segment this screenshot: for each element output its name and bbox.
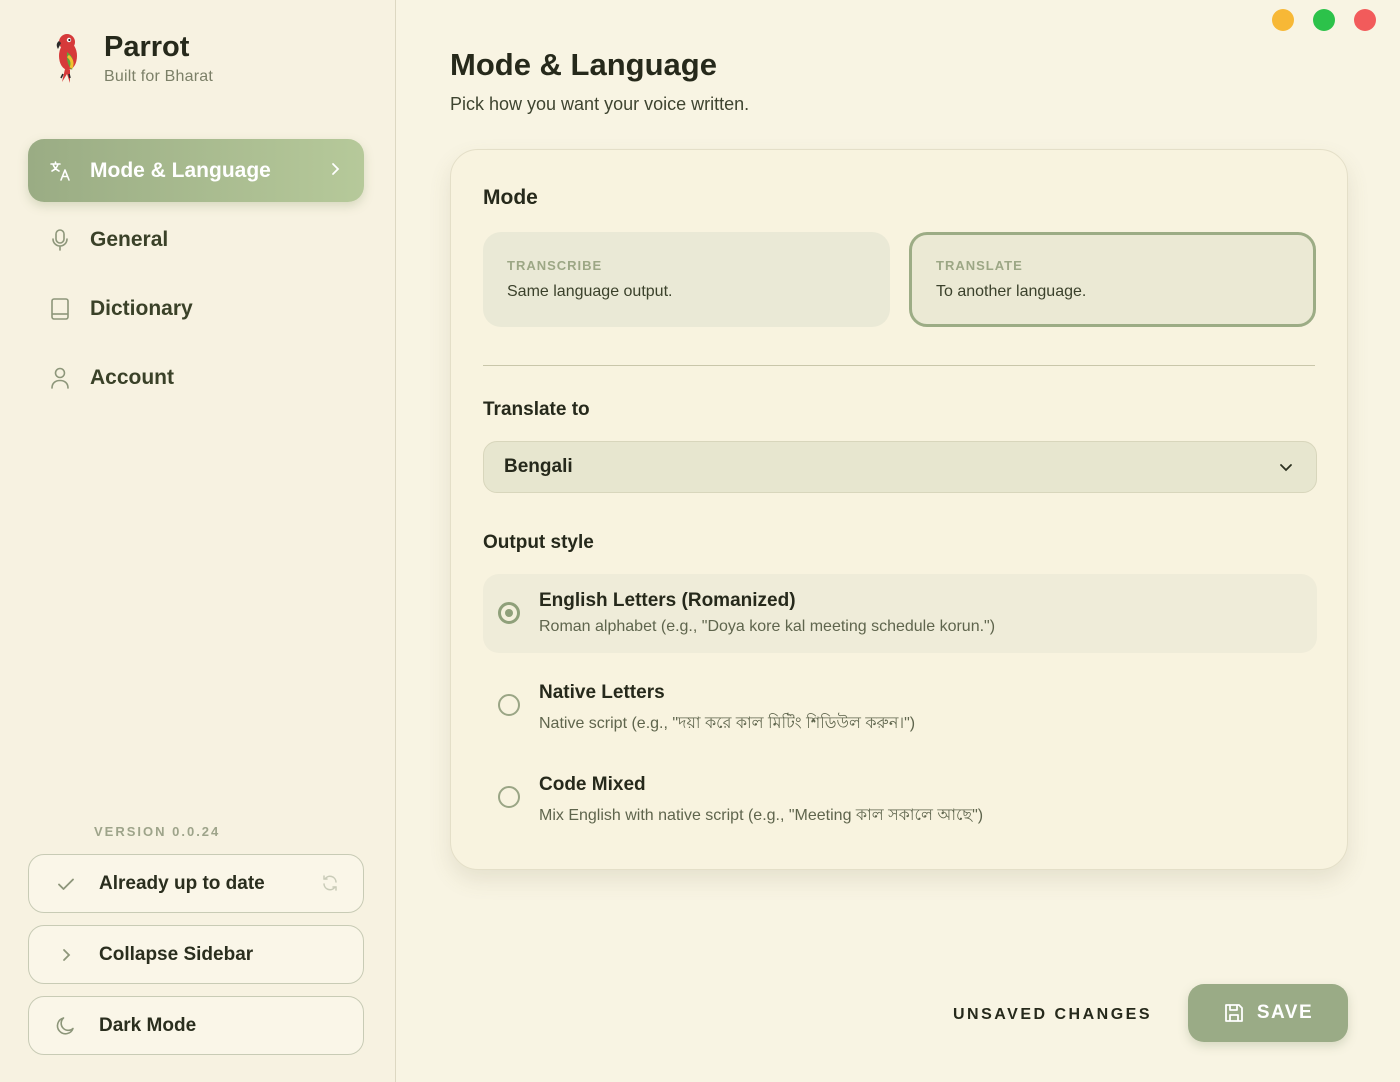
translate-to-value: Bengali	[504, 456, 573, 477]
mode-option-translate[interactable]: TRANSLATE To another language.	[909, 232, 1316, 327]
sidebar-item-label: General	[90, 227, 169, 251]
output-style-option-code-mixed[interactable]: Code Mixed Mix English with native scrip…	[483, 758, 1317, 837]
output-style-title: English Letters (Romanized)	[539, 590, 796, 611]
moon-icon	[55, 1015, 77, 1037]
sidebar-item-dictionary[interactable]: Dictionary	[28, 277, 364, 340]
chevron-right-icon	[332, 163, 340, 175]
collapse-sidebar-label: Collapse Sidebar	[99, 943, 254, 965]
mode-option-transcribe[interactable]: TRANSCRIBE Same language output.	[483, 232, 890, 327]
main-content: Mode & Language Pick how you want your v…	[396, 0, 1400, 1082]
collapse-sidebar-button[interactable]: Collapse Sidebar	[28, 925, 364, 984]
settings-card: Mode TRANSCRIBE Same language output. TR…	[450, 149, 1348, 870]
output-style-label: Output style	[483, 532, 594, 553]
update-status-label: Already up to date	[99, 872, 265, 894]
output-style-description: Mix English with native script (e.g., "M…	[539, 807, 984, 824]
version-label: VERSION 0.0.24	[94, 824, 221, 839]
mode-heading: Mode	[483, 186, 538, 209]
radio-button[interactable]	[498, 694, 520, 716]
save-label: SAVE	[1256, 1002, 1314, 1023]
page-title: Mode & Language	[450, 47, 717, 82]
mode-option-description: To another language.	[936, 283, 1087, 300]
save-icon	[1224, 1004, 1243, 1022]
minimize-button[interactable]	[1272, 9, 1294, 31]
sidebar-item-label: Mode & Language	[90, 158, 271, 182]
brand-tagline: Built for Bharat	[104, 68, 214, 85]
dark-mode-button[interactable]: Dark Mode	[28, 996, 364, 1055]
mode-option-kicker: TRANSLATE	[936, 258, 1023, 273]
translate-icon	[48, 159, 72, 183]
output-style-title: Code Mixed	[539, 774, 646, 795]
output-style-option-romanized[interactable]: English Letters (Romanized) Roman alphab…	[483, 574, 1317, 653]
output-style-description: Roman alphabet (e.g., "Doya kore kal mee…	[539, 618, 996, 635]
book-icon	[48, 297, 72, 321]
sidebar-item-label: Dictionary	[90, 296, 193, 320]
dark-mode-label: Dark Mode	[99, 1014, 197, 1036]
sidebar-item-label: Account	[90, 365, 174, 389]
mode-option-kicker: TRANSCRIBE	[507, 258, 603, 273]
sidebar: Parrot Built for Bharat Mode & Language	[0, 0, 396, 1082]
chevron-right-icon	[55, 944, 77, 966]
output-style-description: Native script (e.g., "দয়া করে কাল মিটিং…	[539, 715, 916, 732]
window-controls	[1272, 9, 1376, 31]
radio-button[interactable]	[498, 786, 520, 808]
brand-name: Parrot	[104, 31, 190, 63]
chevron-down-icon	[1280, 464, 1292, 472]
output-style-option-native[interactable]: Native Letters Native script (e.g., "দয়…	[483, 666, 1317, 745]
brand: Parrot Built for Bharat	[50, 30, 213, 86]
translate-to-label: Translate to	[483, 399, 590, 420]
unsaved-changes-status: UNSAVED CHANGES	[953, 1006, 1152, 1023]
page-subtitle: Pick how you want your voice written.	[450, 94, 750, 114]
parrot-logo-icon	[56, 34, 77, 83]
brand-text: Parrot Built for Bharat	[104, 30, 213, 86]
maximize-button[interactable]	[1313, 9, 1335, 31]
output-style-title: Native Letters	[539, 682, 665, 703]
mode-option-description: Same language output.	[507, 283, 673, 300]
refresh-icon[interactable]	[321, 874, 339, 892]
radio-button[interactable]	[498, 602, 520, 624]
sidebar-item-account[interactable]: Account	[28, 346, 364, 409]
save-button[interactable]: SAVE	[1188, 984, 1348, 1042]
translate-to-select[interactable]: Bengali	[483, 441, 1317, 493]
app-window: Parrot Built for Bharat Mode & Language	[0, 0, 1400, 1082]
sidebar-item-mode-language[interactable]: Mode & Language	[28, 139, 364, 202]
sidebar-item-general[interactable]: General	[28, 208, 364, 271]
divider	[483, 365, 1315, 366]
user-icon	[48, 366, 72, 390]
check-icon	[55, 873, 77, 895]
update-status-button[interactable]: Already up to date	[28, 854, 364, 913]
close-button[interactable]	[1354, 9, 1376, 31]
sidebar-nav: Mode & Language General Dictionary Accou…	[28, 139, 364, 415]
microphone-icon	[48, 228, 72, 252]
